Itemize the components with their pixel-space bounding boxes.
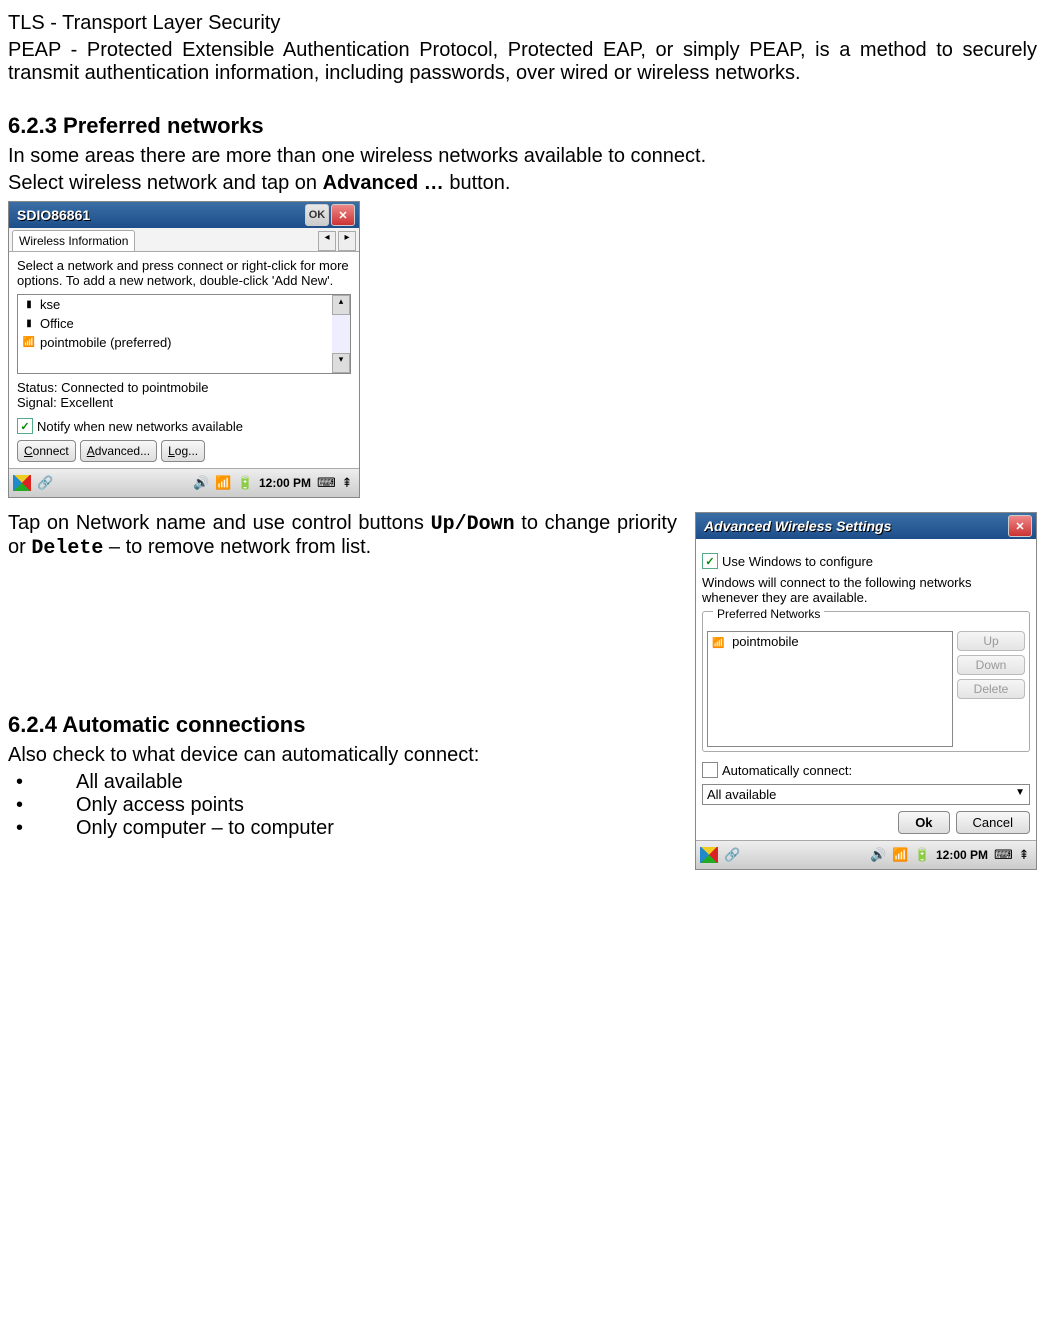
checkbox-unchecked-icon[interactable]	[702, 762, 718, 778]
battery-icon[interactable]: 🔋	[237, 475, 253, 491]
scroll-track[interactable]	[332, 315, 350, 353]
signal-icon: ▮	[22, 318, 36, 329]
heading-623: 6.2.3 Preferred networks	[8, 113, 1037, 139]
heading-624: 6.2.4 Automatic connections	[8, 712, 677, 738]
list-item[interactable]: 📶 pointmobile (preferred)	[18, 333, 350, 352]
auto-connect-select[interactable]: All available ▼	[702, 784, 1030, 805]
between-paragraph: Tap on Network name and use control butt…	[8, 512, 677, 560]
chevron-down-icon: ▼	[1015, 787, 1025, 802]
window-title: SDIO86861	[13, 207, 303, 223]
advanced-bold: Advanced …	[323, 172, 444, 194]
button-row: CConnectonnect Advanced...Advanced... Lo…	[17, 440, 351, 462]
list-item[interactable]: 📶 pointmobile	[712, 634, 948, 649]
net-name: pointmobile (preferred)	[40, 335, 172, 350]
group-title: Preferred Networks	[713, 607, 824, 621]
taskbar: 🔗 🔊 📶 🔋 12:00 PM ⌨ ⇞	[696, 840, 1036, 869]
log-button[interactable]: Log...Log...	[161, 440, 205, 462]
s623-line2b: button.	[444, 172, 511, 194]
notify-checkbox-row[interactable]: ✓ Notify when new networks available	[17, 418, 351, 434]
network-icon[interactable]: 🔗	[724, 847, 740, 863]
notify-label: Notify when new networks available	[37, 419, 243, 434]
select-value: All available	[707, 787, 776, 802]
scroll-up[interactable]: ▴	[332, 295, 350, 315]
between-a: Tap on Network name and use control butt…	[8, 512, 431, 534]
list-item: All available	[16, 771, 677, 794]
ok-button[interactable]: Ok	[898, 811, 949, 834]
windows-flag-icon[interactable]	[13, 475, 31, 491]
use-windows-checkbox-row[interactable]: ✓ Use Windows to configure	[702, 553, 1030, 569]
checkbox-checked-icon[interactable]: ✓	[17, 418, 33, 434]
instructions-text: Select a network and press connect or ri…	[17, 258, 351, 288]
titlebar: Advanced Wireless Settings ✕	[696, 513, 1036, 539]
keyboard-icon[interactable]: ⌨	[994, 847, 1010, 863]
updown-label: Up/Down	[431, 513, 515, 536]
tab-scroll-right[interactable]: ▸	[338, 231, 356, 251]
tray-icon[interactable]: 📶	[892, 847, 908, 863]
scrollbar[interactable]: ▴ ▾	[332, 295, 350, 373]
s623-line1: In some areas there are more than one wi…	[8, 145, 1037, 168]
down-button[interactable]: Down	[957, 655, 1025, 675]
tray-icon[interactable]: 🔊	[870, 847, 886, 863]
keyboard-icon[interactable]: ⌨	[317, 475, 333, 491]
ok-button[interactable]: OK	[305, 204, 329, 226]
tab-wireless-info[interactable]: Wireless Information	[12, 230, 135, 251]
antenna-icon: 📶	[712, 638, 724, 649]
antenna-icon: 📶	[22, 337, 36, 348]
window-title: Advanced Wireless Settings	[700, 518, 1006, 534]
status-text: Status: Connected to pointmobile	[17, 380, 351, 395]
screenshot-advanced-settings: Advanced Wireless Settings ✕ ✓ Use Windo…	[695, 512, 1037, 870]
signal-icon: ▮	[22, 299, 36, 310]
up-arrow-icon[interactable]: ⇞	[339, 475, 355, 491]
network-icon[interactable]: 🔗	[37, 475, 53, 491]
s624-line: Also check to what device can automatica…	[8, 744, 677, 767]
dialog-buttons: Ok Cancel	[702, 811, 1030, 834]
checkbox-checked-icon[interactable]: ✓	[702, 553, 718, 569]
clock: 12:00 PM	[936, 848, 988, 862]
preferred-networks-group: Preferred Networks 📶 pointmobile Up Down…	[702, 611, 1030, 752]
connect-button[interactable]: CConnectonnect	[17, 440, 76, 462]
list-item: Only computer – to computer	[16, 817, 677, 840]
peap-line: PEAP - Protected Extensible Authenticati…	[8, 39, 1037, 85]
description-text: Windows will connect to the following ne…	[702, 575, 1030, 605]
windows-flag-icon[interactable]	[700, 847, 718, 863]
list-item[interactable]: ▮ kse	[18, 295, 350, 314]
titlebar: SDIO86861 OK ✕	[9, 202, 359, 228]
signal-text: Signal: Excellent	[17, 395, 351, 410]
pane: ✓ Use Windows to configure Windows will …	[696, 539, 1036, 840]
battery-icon[interactable]: 🔋	[914, 847, 930, 863]
auto-connect-label: Automatically connect:	[722, 763, 852, 778]
pane: Select a network and press connect or ri…	[9, 252, 359, 468]
advanced-button[interactable]: Advanced...Advanced...	[80, 440, 157, 462]
close-button[interactable]: ✕	[331, 204, 355, 226]
scroll-down[interactable]: ▾	[332, 353, 350, 373]
tls-line: TLS - Transport Layer Security	[8, 12, 1037, 35]
use-windows-label: Use Windows to configure	[722, 554, 873, 569]
network-list[interactable]: ▮ kse ▮ Office 📶 pointmobile (preferred) ▴ …	[17, 294, 351, 374]
net-name: Office	[40, 316, 74, 331]
s623-line2: Select wireless network and tap on Advan…	[8, 172, 1037, 195]
tray-icon[interactable]: 🔊	[193, 475, 209, 491]
s623-line2a: Select wireless network and tap on	[8, 172, 323, 194]
up-arrow-icon[interactable]: ⇞	[1016, 847, 1032, 863]
net-name: kse	[40, 297, 60, 312]
list-item[interactable]: ▮ Office	[18, 314, 350, 333]
delete-button[interactable]: Delete	[957, 679, 1025, 699]
between-c: – to remove network from list.	[103, 536, 371, 558]
clock: 12:00 PM	[259, 476, 311, 490]
side-buttons: Up Down Delete	[957, 631, 1025, 747]
screenshot-wireless-info: SDIO86861 OK ✕ Wireless Information ◂ ▸ …	[8, 201, 360, 498]
net-name: pointmobile	[732, 634, 799, 649]
tab-scroll-left[interactable]: ◂	[318, 231, 336, 251]
bullet-list: All available Only access points Only co…	[8, 771, 677, 840]
close-button[interactable]: ✕	[1008, 515, 1032, 537]
taskbar: 🔗 🔊 📶 🔋 12:00 PM ⌨ ⇞	[9, 468, 359, 497]
preferred-list[interactable]: 📶 pointmobile	[707, 631, 953, 747]
cancel-button[interactable]: Cancel	[956, 811, 1030, 834]
up-button[interactable]: Up	[957, 631, 1025, 651]
list-item: Only access points	[16, 794, 677, 817]
tab-row: Wireless Information ◂ ▸	[9, 228, 359, 252]
delete-label: Delete	[31, 537, 103, 560]
auto-connect-row[interactable]: Automatically connect:	[702, 762, 1030, 778]
tray-icon[interactable]: 📶	[215, 475, 231, 491]
